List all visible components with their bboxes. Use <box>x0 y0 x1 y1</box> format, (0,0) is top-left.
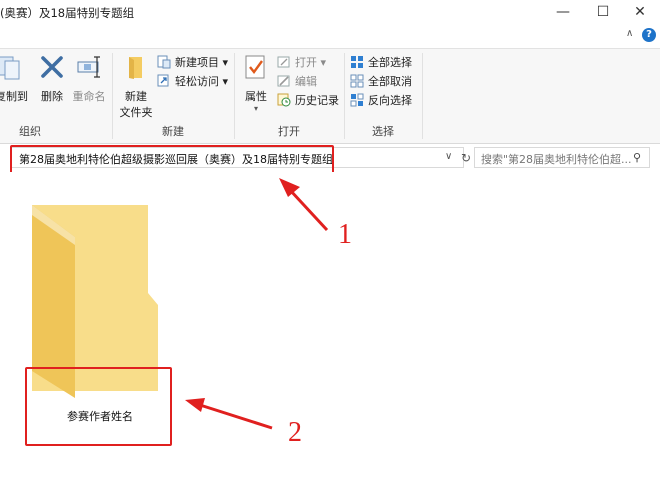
invert-selection-icon <box>350 93 364 107</box>
easy-access-label: 轻松访问 ▾ <box>175 75 229 88</box>
invert-selection-label: 反向选择 <box>368 94 412 107</box>
refresh-icon[interactable]: ↻ <box>461 151 471 165</box>
search-box[interactable]: 搜索"第28届奥地利特伦伯超... ⚲ <box>474 147 650 168</box>
open-group: 属性 ▾ 打开 ▾ 编辑 历史记录 打开 <box>235 49 343 143</box>
copy-to-icon <box>0 56 20 80</box>
new-folder-button[interactable]: 新建 文件夹 <box>117 53 155 120</box>
new-item-button[interactable]: 新建项目 ▾ <box>157 53 228 71</box>
new-group: 新建 文件夹 新建项目 ▾ 轻松访问 ▾ 新建 <box>113 49 233 143</box>
delete-label: 删除 <box>41 90 63 103</box>
edit-label: 编辑 <box>295 75 317 88</box>
open-label: 打开 ▾ <box>295 56 327 69</box>
select-none-label: 全部取消 <box>368 75 412 88</box>
ribbon-tab-row <box>0 24 660 48</box>
select-none-icon <box>350 74 364 88</box>
address-dropdown-icon[interactable]: ∨ <box>445 151 452 162</box>
easy-access-button[interactable]: 轻松访问 ▾ <box>157 72 228 90</box>
edit-icon <box>277 75 290 87</box>
open-icon <box>277 56 290 68</box>
maximize-button[interactable]: ☐ <box>583 0 623 24</box>
new-group-label: 新建 <box>162 125 184 138</box>
highlight-box-folder <box>25 367 172 446</box>
select-group-label: 选择 <box>372 125 394 138</box>
new-item-icon <box>157 55 171 69</box>
properties-icon <box>245 55 265 79</box>
new-folder-icon <box>129 57 142 79</box>
help-icon[interactable]: ? <box>642 28 656 42</box>
delete-icon <box>41 56 63 78</box>
select-all-label: 全部选择 <box>368 56 412 69</box>
organize-group: 复制到 删除 重命名 组织 <box>0 49 112 143</box>
minimize-icon: — <box>556 4 570 20</box>
properties-button[interactable]: 属性 ▾ <box>239 53 273 113</box>
highlight-box-address <box>10 145 334 174</box>
collapse-ribbon-icon[interactable]: ∧ <box>626 28 633 39</box>
select-all-button[interactable]: 全部选择 <box>350 53 412 71</box>
new-folder-label-line1: 新建 <box>125 90 147 103</box>
annotation-number-1: 1 <box>338 219 352 250</box>
easy-access-icon <box>157 74 169 87</box>
search-placeholder: 搜索"第28届奥地利特伦伯超... <box>481 153 632 166</box>
select-none-button[interactable]: 全部取消 <box>350 72 412 90</box>
maximize-icon: ☐ <box>596 4 610 20</box>
search-icon[interactable]: ⚲ <box>633 151 641 164</box>
close-icon: ✕ <box>634 4 646 20</box>
new-item-label: 新建项目 ▾ <box>175 56 229 69</box>
select-group: 全部选择 全部取消 反向选择 选择 <box>345 49 421 143</box>
copy-to-button[interactable]: 复制到 <box>0 53 28 104</box>
rename-icon <box>77 56 100 78</box>
invert-selection-button[interactable]: 反向选择 <box>350 91 412 109</box>
history-button[interactable]: 历史记录 <box>277 91 339 109</box>
title-bar: (奥赛）及18届特别专题组 — ☐ ✕ <box>0 0 660 24</box>
ribbon: 复制到 删除 重命名 组织 新建 文件夹 新建项目 ▾ 轻松访问 ▾ 新建 属性… <box>0 48 660 144</box>
minimize-button[interactable]: — <box>543 0 583 24</box>
organize-group-label: 组织 <box>19 125 41 138</box>
copy-to-label: 复制到 <box>0 90 28 103</box>
ribbon-divider <box>422 53 423 139</box>
open-button[interactable]: 打开 ▾ <box>277 53 326 71</box>
rename-label: 重命名 <box>72 90 106 103</box>
select-all-icon <box>351 56 363 68</box>
edit-button[interactable]: 编辑 <box>277 72 317 90</box>
history-icon <box>277 93 291 107</box>
annotation-number-2: 2 <box>288 417 302 448</box>
history-label: 历史记录 <box>295 94 339 107</box>
new-folder-label-line2: 文件夹 <box>119 106 153 119</box>
properties-label: 属性 <box>245 90 267 103</box>
delete-button[interactable]: 删除 <box>36 53 68 104</box>
window-title: (奥赛）及18届特别专题组 <box>0 6 135 20</box>
properties-dropdown-icon[interactable]: ▾ <box>239 104 273 113</box>
close-button[interactable]: ✕ <box>620 0 660 24</box>
open-group-label: 打开 <box>278 125 300 138</box>
rename-button[interactable]: 重命名 <box>70 53 108 104</box>
